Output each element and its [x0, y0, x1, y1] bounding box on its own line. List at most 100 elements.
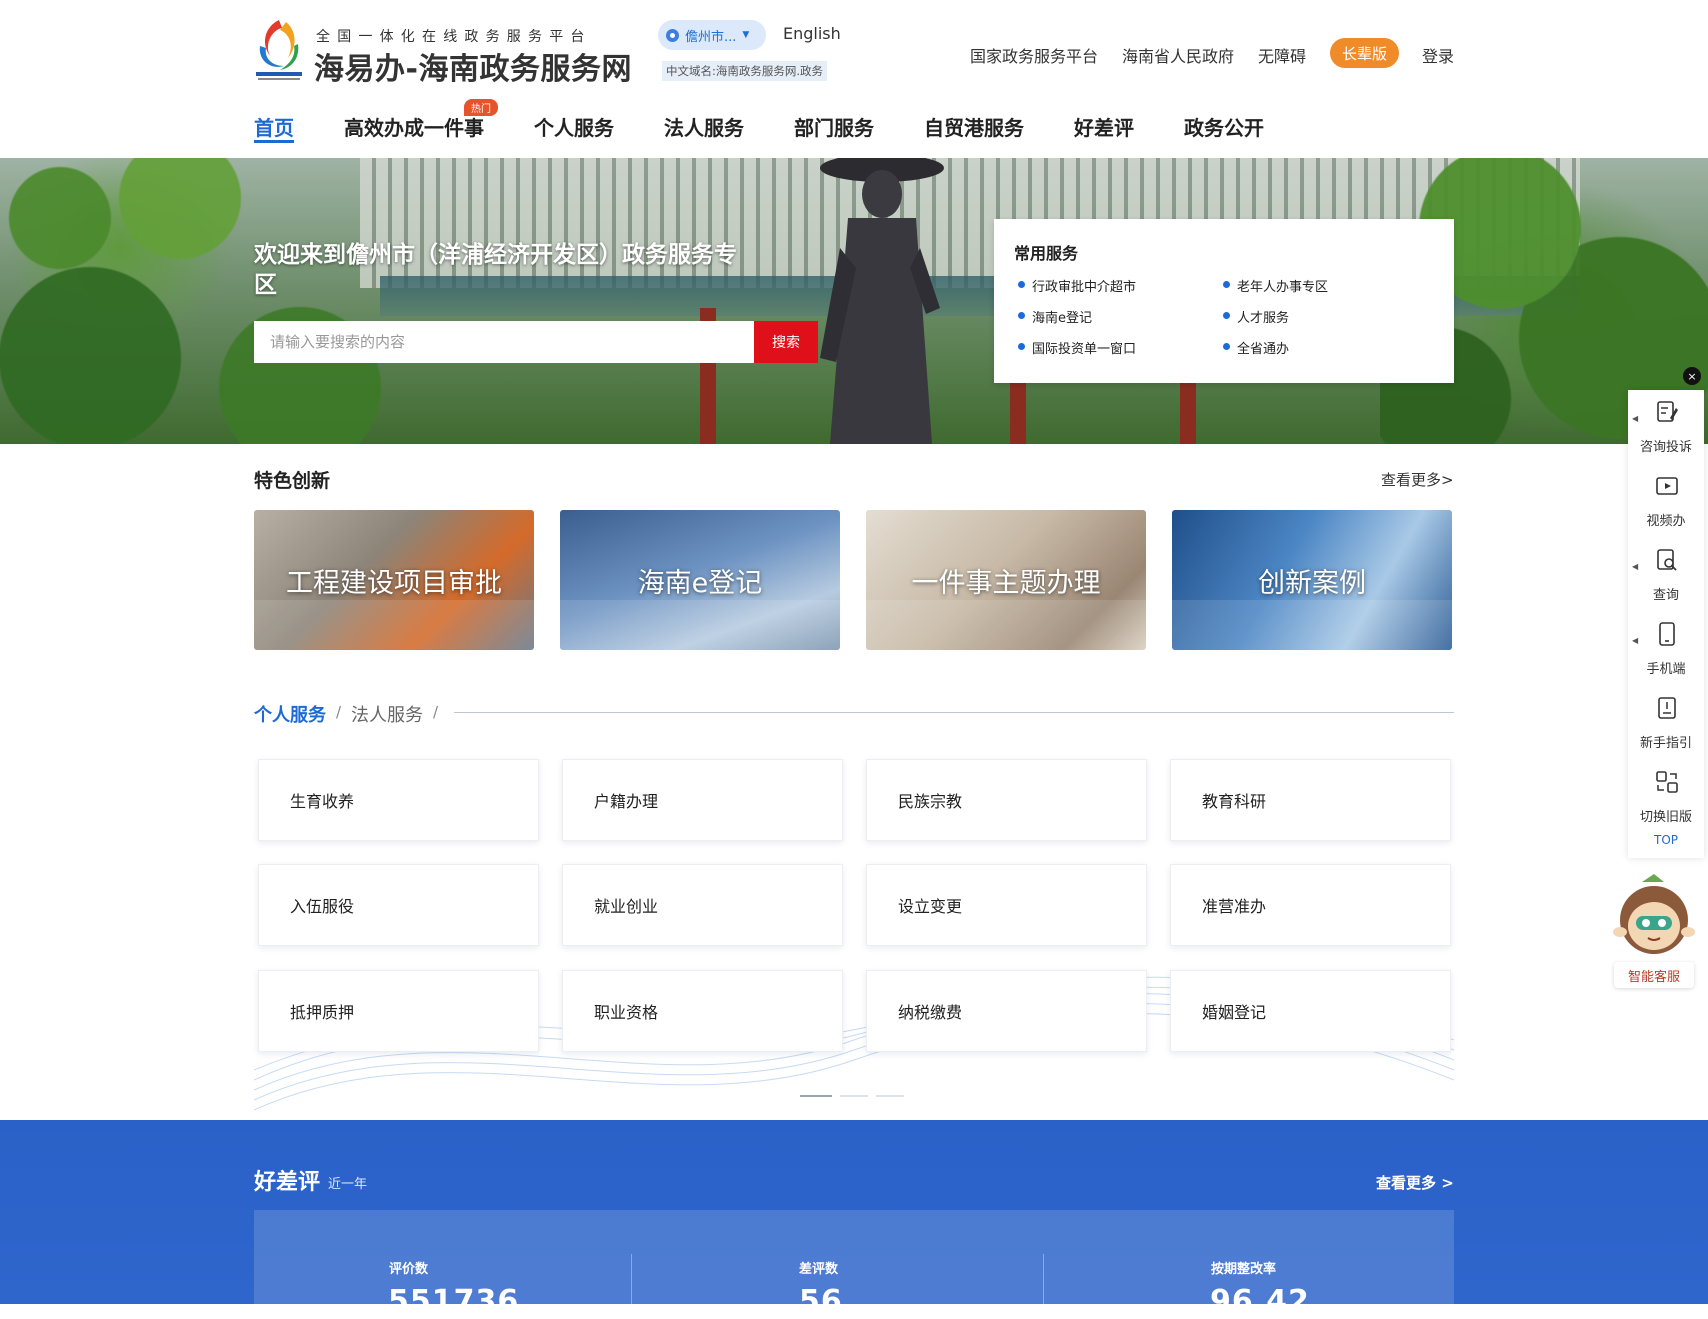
assistant-mascot-icon[interactable] — [1612, 872, 1696, 962]
welcome-heading: 欢迎来到儋州市（洋浦经济开发区）政务服务专区 — [254, 242, 737, 298]
feature-card-label: 工程建设项目审批 — [286, 567, 502, 599]
toolbar-label: 查询 — [1652, 588, 1679, 603]
caret-down-icon: ▼ — [742, 30, 750, 40]
chinese-domain-note: 中文域名:海南政务服务网.政务 — [662, 61, 828, 81]
nav-personal-service[interactable]: 个人服务 — [534, 112, 614, 141]
nav-home[interactable]: 首页 — [254, 112, 294, 141]
toolbar-mobile[interactable]: ◀ 手机端 — [1628, 614, 1704, 688]
toolbar-label: 新手指引 — [1639, 736, 1692, 751]
carousel-dot[interactable] — [840, 1095, 868, 1097]
search-input[interactable]: 请输入要搜索的内容 — [254, 321, 754, 363]
search-document-icon — [1657, 549, 1677, 571]
feature-card-one-thing[interactable]: 一件事主题办理 — [866, 510, 1146, 650]
toolbar-label: 切换旧版 — [1639, 810, 1692, 825]
service-tile[interactable]: 户籍办理 — [562, 759, 843, 841]
nav-one-thing[interactable]: 高效办成一件事 — [344, 112, 484, 141]
stat-value: 96.42 — [1210, 1284, 1310, 1319]
stat-divider — [631, 1254, 632, 1304]
login-link[interactable]: 登录 — [1422, 43, 1454, 67]
common-service-link[interactable]: 全省通办 — [1223, 338, 1289, 357]
smart-assistant-button[interactable]: 智能客服 — [1614, 962, 1694, 988]
common-services-title: 常用服务 — [1014, 244, 1079, 263]
switch-version-icon — [1656, 771, 1678, 793]
stat-label: 差评数 — [799, 1262, 839, 1277]
common-service-link[interactable]: 国际投资单一窗口 — [1018, 338, 1136, 357]
evaluation-period: 近一年 — [328, 1177, 368, 1192]
elder-version-button[interactable]: 长辈版 — [1330, 38, 1399, 68]
nav-department-service[interactable]: 部门服务 — [794, 112, 874, 141]
service-tile[interactable]: 民族宗教 — [866, 759, 1147, 841]
accessibility-link[interactable]: 无障碍 — [1258, 43, 1306, 67]
site-header: 全国一体化在线政务服务平台 海易办-海南政务服务网 儋州市... ▼ Engli… — [0, 0, 1708, 158]
stat-value: 56 — [799, 1284, 843, 1319]
nav-active-indicator — [254, 140, 294, 143]
site-logo[interactable] — [252, 16, 306, 82]
common-service-link[interactable]: 海南e登记 — [1018, 307, 1092, 326]
mobile-phone-icon — [1659, 622, 1675, 646]
tab-legal-service[interactable]: 法人服务 — [351, 701, 423, 727]
search-button[interactable]: 搜索 — [754, 321, 818, 363]
tab-separator: / — [433, 703, 439, 721]
national-platform-link[interactable]: 国家政务服务平台 — [970, 43, 1098, 67]
evaluation-title: 好差评 — [254, 1170, 321, 1195]
stat-value: 551736 — [388, 1284, 520, 1319]
features-more-link[interactable]: 查看更多> — [1381, 469, 1454, 490]
toolbar-video-service[interactable]: 视频办 — [1628, 466, 1704, 540]
caret-left-icon: ◀ — [1632, 636, 1639, 645]
toolbar-label: 咨询投诉 — [1639, 440, 1692, 455]
video-play-icon — [1656, 477, 1678, 495]
service-tile[interactable]: 准营准办 — [1170, 864, 1451, 946]
toolbar-query[interactable]: ◀ 查询 — [1628, 540, 1704, 614]
toolbar-consult-complaint[interactable]: ◀ 咨询投诉 — [1628, 392, 1704, 466]
toolbar-label: 手机端 — [1646, 662, 1686, 677]
service-tile[interactable]: 就业创业 — [562, 864, 843, 946]
service-tile[interactable]: 职业资格 — [562, 970, 843, 1052]
common-service-link[interactable]: 行政审批中介超市 — [1018, 276, 1136, 295]
service-tile[interactable]: 设立变更 — [866, 864, 1147, 946]
caret-left-icon: ◀ — [1632, 562, 1639, 571]
toolbar-switch-old-version[interactable]: 切换旧版 — [1628, 762, 1704, 836]
city-selector-label: 儋州市... — [685, 29, 737, 45]
city-selector[interactable]: 儋州市... ▼ — [658, 20, 766, 50]
edit-document-icon — [1657, 401, 1678, 422]
service-tile[interactable]: 生育收养 — [258, 759, 539, 841]
tab-separator: / — [336, 703, 342, 721]
site-brand-title[interactable]: 海易办-海南政务服务网 — [314, 44, 632, 88]
statue-image — [820, 158, 944, 444]
evaluation-more-link[interactable]: 查看更多 > — [1376, 1172, 1454, 1193]
common-service-link[interactable]: 老年人办事专区 — [1223, 276, 1328, 295]
common-service-link[interactable]: 人才服务 — [1223, 307, 1289, 326]
feature-card-e-register[interactable]: 海南e登记 — [560, 510, 840, 650]
hainan-government-link[interactable]: 海南省人民政府 — [1122, 43, 1234, 67]
nav-ftp-service[interactable]: 自贸港服务 — [924, 112, 1024, 141]
feature-card-label: 创新案例 — [1258, 567, 1366, 599]
caret-left-icon: ◀ — [1632, 414, 1639, 423]
carousel-dot[interactable] — [876, 1095, 904, 1097]
hot-badge: 热门 — [464, 99, 498, 116]
stat-label: 评价数 — [389, 1262, 429, 1277]
service-tile[interactable]: 抵押质押 — [258, 970, 539, 1052]
nav-government-affairs[interactable]: 政务公开 — [1184, 112, 1264, 141]
tab-divider-line — [454, 712, 1454, 713]
service-tile[interactable]: 纳税缴费 — [866, 970, 1147, 1052]
carousel-dot-active[interactable] — [800, 1095, 832, 1097]
stat-divider — [1043, 1254, 1044, 1304]
service-tile[interactable]: 婚姻登记 — [1170, 970, 1451, 1052]
nav-legal-service[interactable]: 法人服务 — [664, 112, 744, 141]
platform-slogan: 全国一体化在线政务服务平台 — [316, 29, 592, 45]
service-tile[interactable]: 教育科研 — [1170, 759, 1451, 841]
feature-card-label: 海南e登记 — [637, 567, 763, 599]
feature-card-innovation[interactable]: 创新案例 — [1172, 510, 1452, 650]
toolbar-label: 视频办 — [1646, 514, 1686, 529]
common-services-panel: 常用服务 行政审批中介超市 老年人办事专区 海南e登记 人才服务 国际投资单一窗… — [994, 219, 1454, 383]
service-tile[interactable]: 入伍服役 — [258, 864, 539, 946]
tab-personal-service[interactable]: 个人服务 — [254, 701, 326, 727]
toolbar-beginner-guide[interactable]: 新手指引 — [1628, 688, 1704, 762]
feature-card-label: 一件事主题办理 — [911, 567, 1101, 599]
english-link[interactable]: English — [783, 24, 841, 43]
feature-card-construction[interactable]: 工程建设项目审批 — [254, 510, 534, 650]
guide-book-icon — [1658, 697, 1676, 719]
back-to-top-button[interactable]: TOP — [1628, 833, 1704, 847]
nav-evaluation[interactable]: 好差评 — [1074, 112, 1134, 141]
close-icon[interactable]: × — [1683, 367, 1701, 385]
